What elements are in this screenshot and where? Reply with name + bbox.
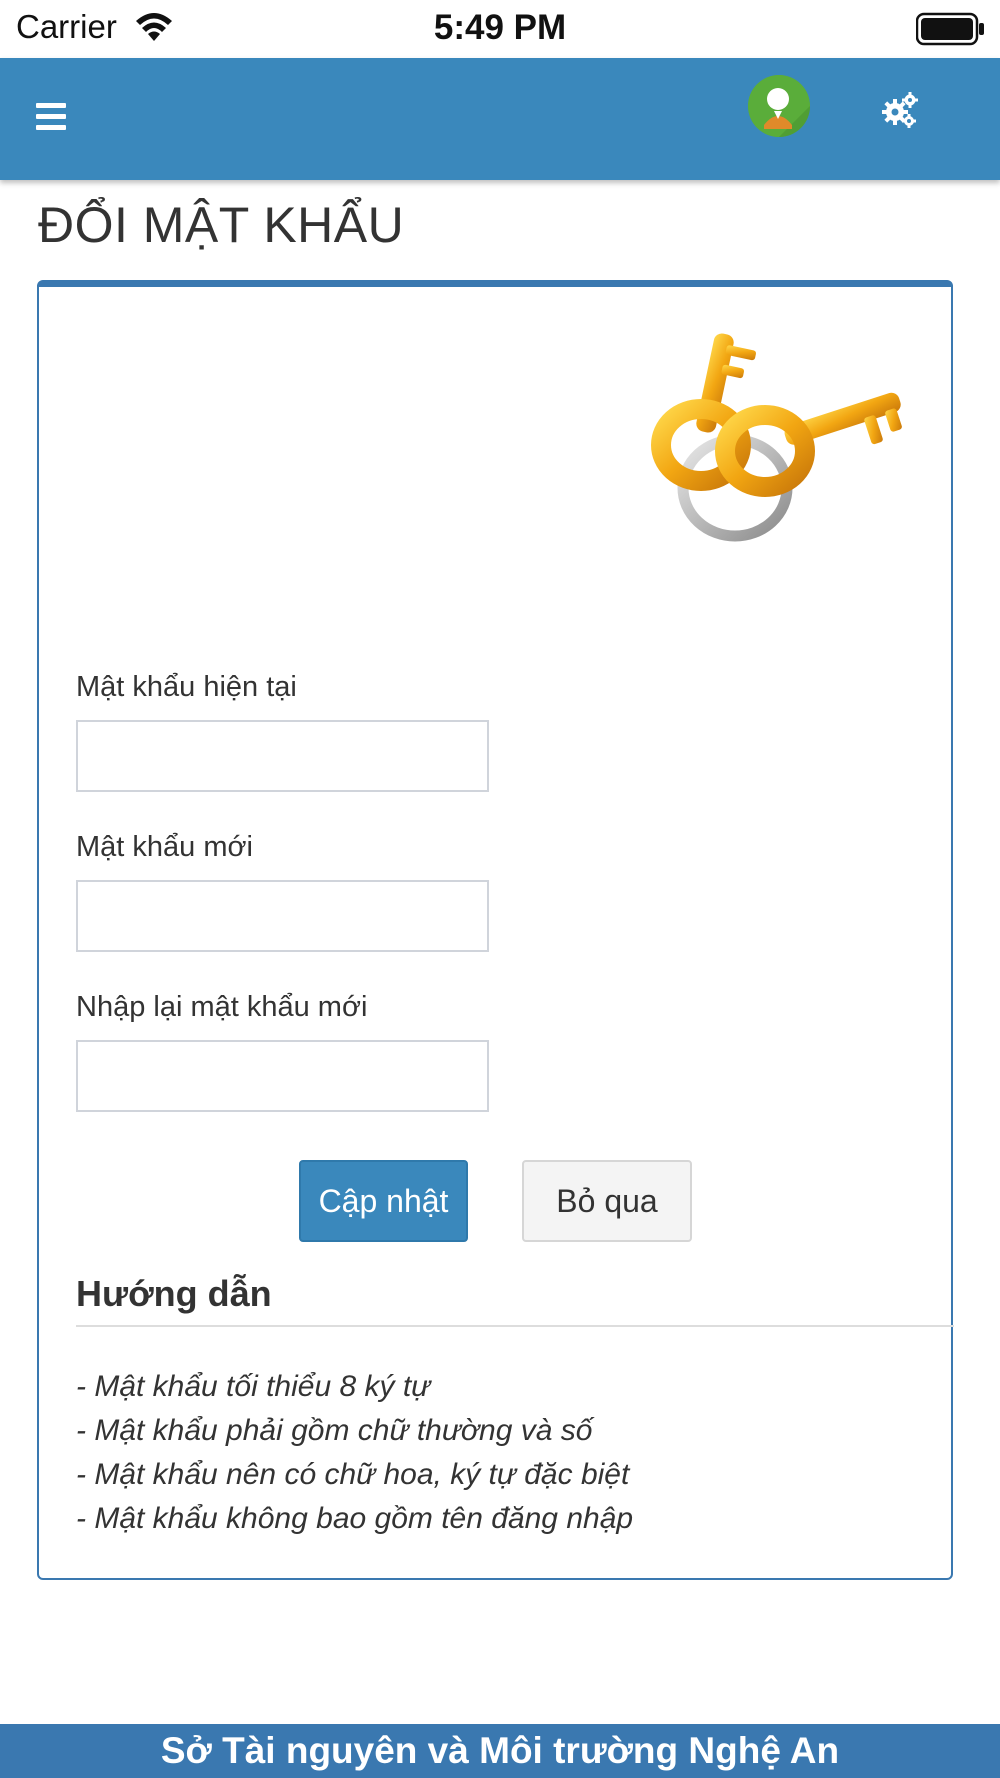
footer-text: Sở Tài nguyên và Môi trường Nghệ An xyxy=(160,1730,840,1771)
battery-icon xyxy=(916,12,984,46)
guide-list: - Mật khẩu tối thiểu 8 ký tự - Mật khẩu … xyxy=(76,1365,633,1541)
update-button[interactable]: Cập nhật xyxy=(299,1160,468,1242)
guide-item: - Mật khẩu tối thiểu 8 ký tự xyxy=(76,1370,431,1403)
keys-icon xyxy=(651,333,902,542)
guide-item: - Mật khẩu phải gồm chữ thường và số xyxy=(76,1414,593,1447)
page-title: ĐỔI MẬT KHẨU xyxy=(38,197,405,253)
menu-icon[interactable] xyxy=(36,103,66,131)
status-time: 5:49 PM xyxy=(433,8,567,47)
gear-icon[interactable] xyxy=(880,90,920,130)
confirm-password-label: Nhập lại mật khẩu mới xyxy=(76,991,368,1023)
confirm-password-input[interactable] xyxy=(76,1040,489,1112)
change-password-card: Mật khẩu hiện tại Mật khẩu mới Nhập lại … xyxy=(37,280,954,1580)
new-password-input[interactable] xyxy=(76,880,489,952)
new-password-label: Mật khẩu mới xyxy=(76,831,253,863)
current-password-input[interactable] xyxy=(76,720,489,792)
app-header xyxy=(0,58,1000,180)
guide-item: - Mật khẩu nên có chữ hoa, ký tự đặc biệ… xyxy=(76,1458,630,1491)
avatar[interactable] xyxy=(748,75,810,137)
status-bar: Carrier 5:49 PM xyxy=(0,0,1000,58)
user-icon xyxy=(748,75,810,137)
guide-divider xyxy=(76,1325,954,1327)
guide-title: Hướng dẫn xyxy=(76,1273,272,1314)
current-password-label: Mật khẩu hiện tại xyxy=(76,671,297,703)
guide-item: - Mật khẩu không bao gồm tên đăng nhập xyxy=(76,1502,634,1535)
footer: Sở Tài nguyên và Môi trường Nghệ An xyxy=(0,1724,1000,1778)
cancel-button[interactable]: Bỏ qua xyxy=(522,1160,692,1242)
